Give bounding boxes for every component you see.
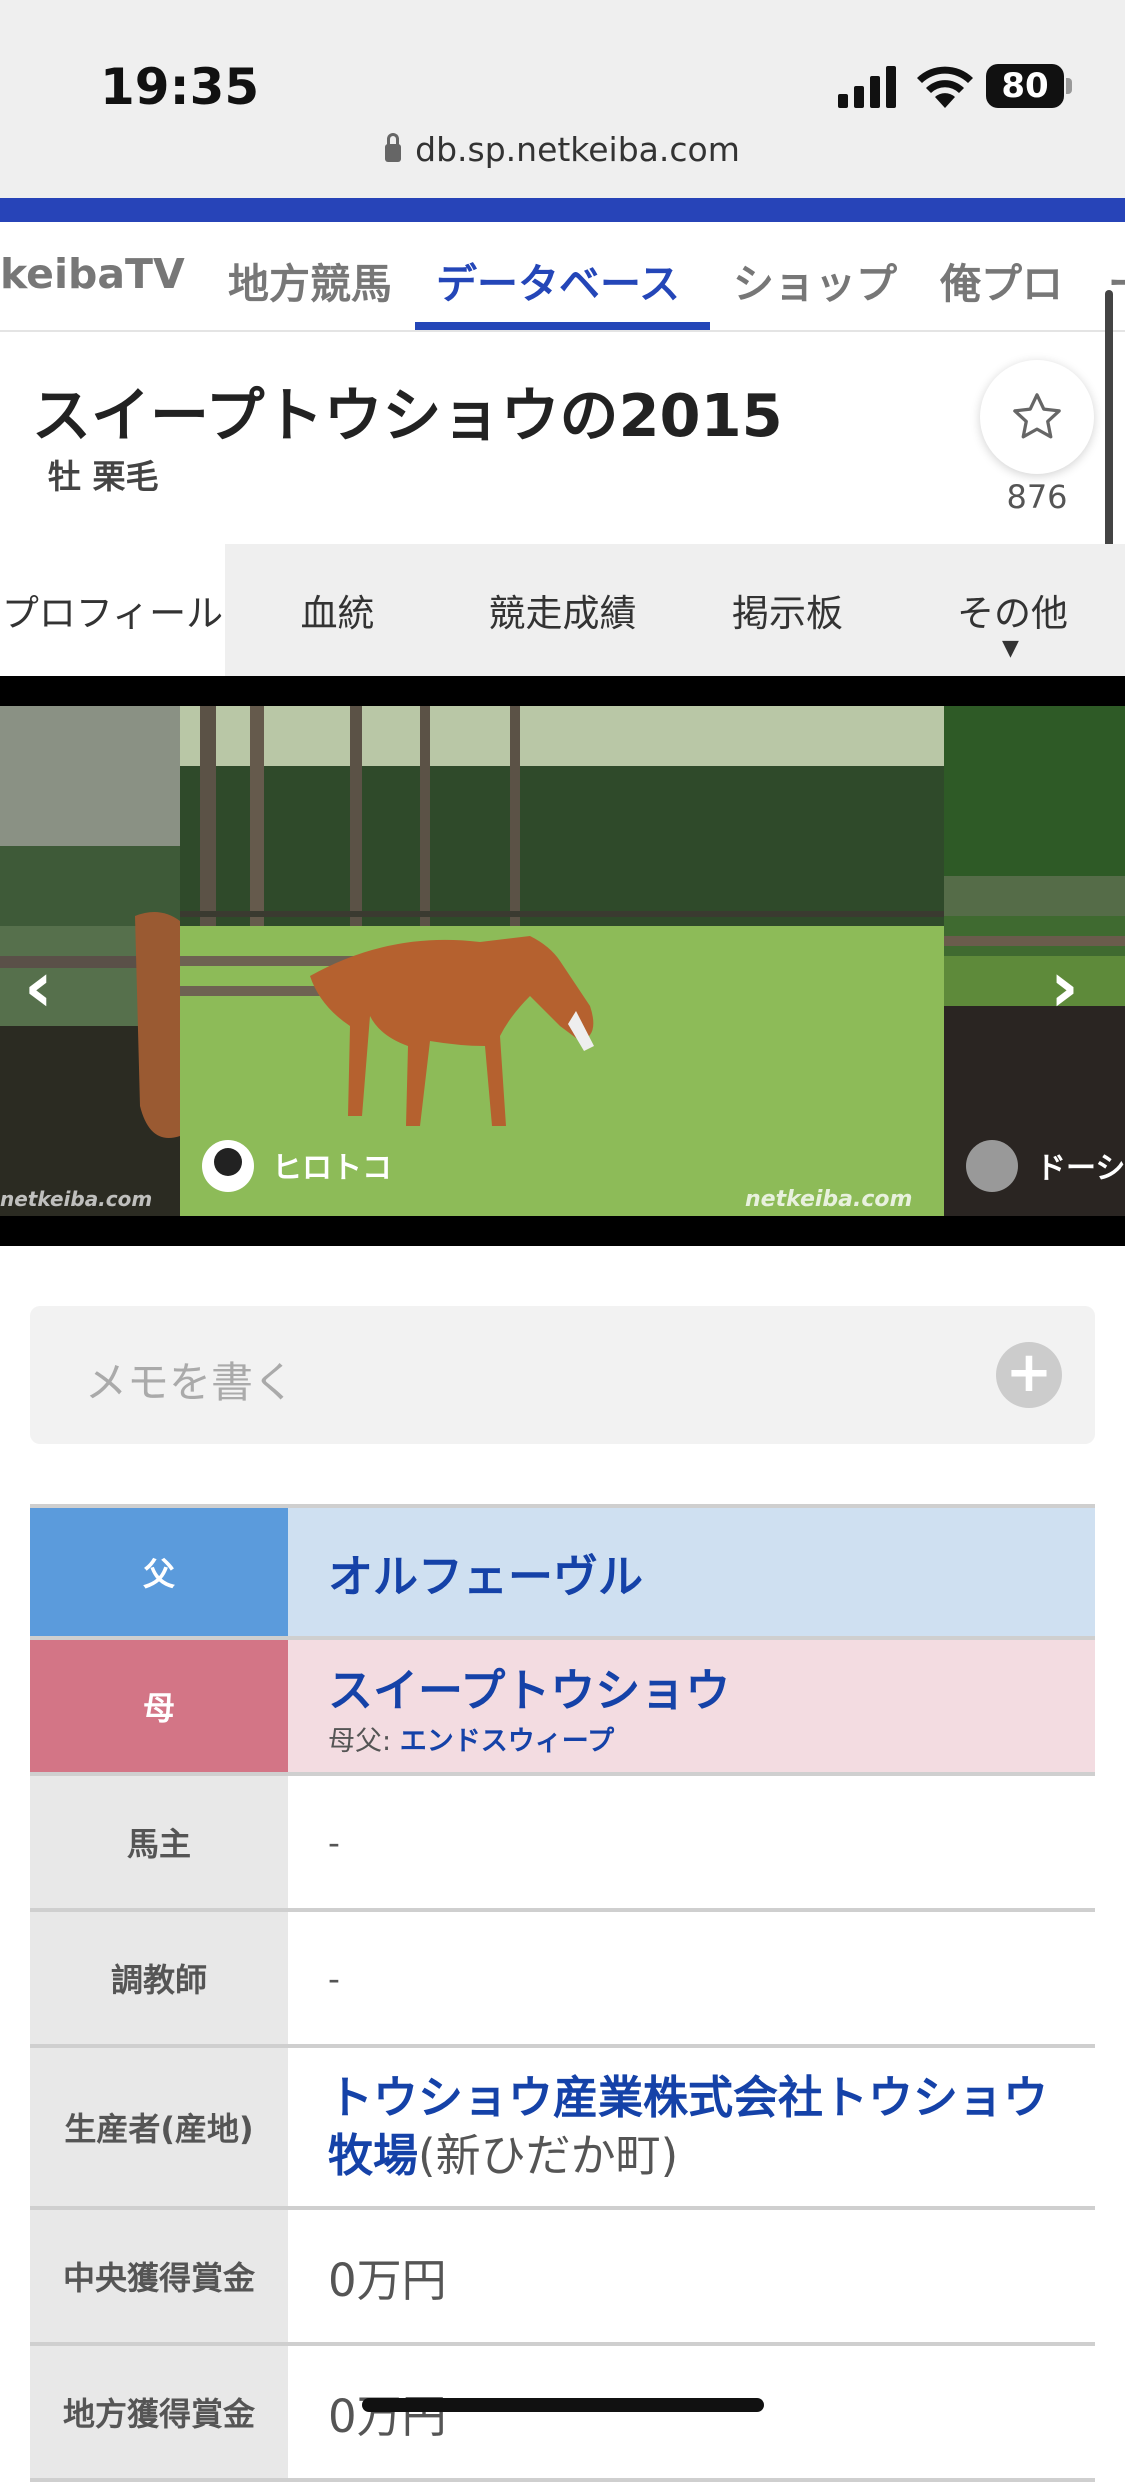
horse-name: スイープトウショウの2015 — [32, 381, 783, 450]
address-bar[interactable]: db.sp.netkeiba.com — [0, 130, 1125, 169]
table-row: 馬主 - — [30, 1774, 1095, 1912]
svg-text:netkeiba.com: netkeiba.com — [0, 1187, 152, 1211]
sire-link[interactable]: オルフェーヴル — [328, 1550, 643, 1603]
table-row: 中央獲得賞金 0万円 — [30, 2208, 1095, 2346]
global-nav: keibaTV 地方競馬 データベース ショップ 俺プロ ー — [0, 222, 1125, 332]
central-prize-value: 0万円 — [288, 2208, 1095, 2346]
star-icon — [1013, 393, 1061, 439]
sire-label: 父 — [30, 1504, 288, 1640]
gallery-user-right: ドーシ — [1036, 1151, 1125, 1186]
status-bar: 19:35 80 db.sp.netkeiba.com — [0, 0, 1125, 198]
table-row: 生産者(産地) トウショウ産業株式会社トウショウ牧場(新ひだか町) — [30, 2046, 1095, 2210]
plus-icon[interactable]: + — [996, 1342, 1062, 1408]
owner-label: 馬主 — [30, 1774, 288, 1912]
breeder-label: 生産者(産地) — [30, 2046, 288, 2210]
local-prize-label: 地方獲得賞金 — [30, 2344, 288, 2482]
status-time: 19:35 — [100, 58, 260, 116]
home-indicator[interactable] — [362, 2398, 764, 2412]
memo-placeholder: メモを書く — [85, 1358, 296, 1407]
breeder-region: (新ひだか町) — [418, 2129, 679, 2182]
table-row: 調教師 - — [30, 1910, 1095, 2048]
tab-race-results[interactable]: 競走成績 — [450, 544, 675, 676]
table-row: 母 スイープトウショウ 母父: エンドスウィープ — [30, 1638, 1095, 1776]
owner-value: - — [288, 1774, 1095, 1912]
memo-input[interactable]: メモを書く + — [30, 1306, 1095, 1444]
chevron-down-icon: ▼ — [1002, 636, 1019, 661]
nav-orepro[interactable]: 俺プロ — [940, 250, 1063, 310]
table-row: 地方獲得賞金 0万円 — [30, 2344, 1095, 2482]
photo-gallery[interactable]: netkeiba.com ヒロトコ netkeiba.com ドーシ ‹ › — [0, 676, 1125, 1246]
nav-active-underline — [415, 322, 710, 330]
gallery-photo-main[interactable]: ヒロトコ netkeiba.com — [180, 706, 944, 1216]
nav-database[interactable]: データベース — [436, 250, 680, 310]
nav-keibatv[interactable]: keibaTV — [0, 250, 185, 298]
lock-icon — [385, 133, 402, 162]
chevron-right-icon[interactable]: › — [1050, 946, 1079, 1028]
nav-local-racing[interactable]: 地方競馬 — [228, 250, 392, 310]
table-row: 父 オルフェーヴル — [30, 1504, 1095, 1640]
gallery-photo-next[interactable]: ドーシ — [944, 706, 1125, 1216]
gallery-user-center: ヒロトコ — [272, 1151, 392, 1186]
dam-label: 母 — [30, 1638, 288, 1776]
horse-sex-color: 牡 栗毛 — [48, 457, 159, 496]
favorite-count: 876 — [1006, 478, 1068, 516]
profile-tabs: プロフィール 血統 競走成績 掲示板 その他 — [0, 544, 1125, 676]
tab-profile[interactable]: プロフィール — [0, 544, 225, 676]
tab-pedigree[interactable]: 血統 — [225, 544, 450, 676]
damsire-link[interactable]: エンドスウィープ — [400, 1726, 614, 1757]
profile-table: 父 オルフェーヴル 母 スイープトウショウ 母父: エンドスウィープ 馬主 - … — [30, 1504, 1095, 2482]
trainer-value: - — [288, 1910, 1095, 2048]
wifi-icon — [917, 66, 973, 108]
central-prize-label: 中央獲得賞金 — [30, 2208, 288, 2346]
nav-shop[interactable]: ショップ — [733, 250, 897, 310]
local-prize-value: 0万円 — [288, 2344, 1095, 2482]
brand-band — [0, 198, 1125, 222]
damsire-label: 母父: — [328, 1726, 392, 1757]
favorite-button[interactable] — [980, 360, 1094, 474]
battery-icon: 80 — [986, 64, 1072, 108]
dam-link[interactable]: スイープトウショウ — [328, 1654, 1095, 1719]
cellular-signal-icon — [838, 66, 896, 108]
trainer-label: 調教師 — [30, 1910, 288, 2048]
tab-bbs[interactable]: 掲示板 — [675, 544, 900, 676]
chevron-left-icon[interactable]: ‹ — [24, 946, 53, 1028]
url-text: db.sp.netkeiba.com — [415, 130, 740, 169]
gallery-watermark: netkeiba.com — [745, 1187, 912, 1212]
